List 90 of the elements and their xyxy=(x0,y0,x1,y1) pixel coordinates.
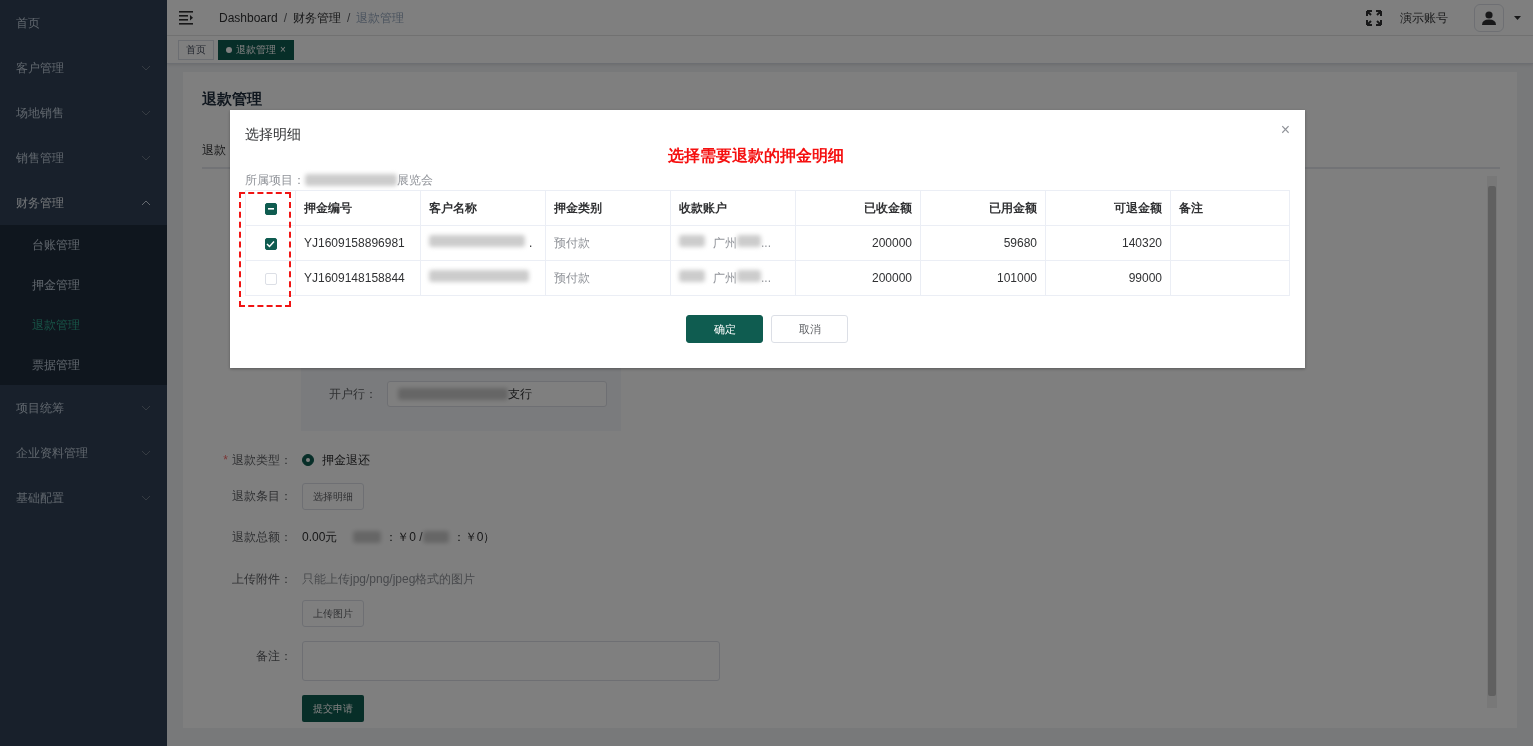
blurred-text xyxy=(353,530,382,543)
table-cell: 101000 xyxy=(920,260,1046,296)
table-cell: 99000 xyxy=(1045,260,1171,296)
caret-icon xyxy=(1514,15,1521,20)
active-dot xyxy=(226,46,232,53)
column-header: 客户名称 xyxy=(420,190,546,226)
fullscreen-icon xyxy=(1366,9,1382,26)
table-cell: 预付款 xyxy=(545,225,671,261)
field-label: 退款类型： xyxy=(232,452,292,467)
table-cell: 59680 xyxy=(920,225,1046,261)
column-header: 押金编号 xyxy=(295,190,421,226)
sidebar-subitem[interactable]: 票据管理 xyxy=(0,345,167,385)
page-title: 退款管理 xyxy=(202,89,263,109)
sidebar-item[interactable]: 场地销售 xyxy=(0,90,167,135)
field-value: 支行 xyxy=(508,385,532,403)
table-cell: 200000 xyxy=(795,260,921,296)
column-header: 押金类别 xyxy=(545,190,671,226)
sidebar-label: 项目统筹 xyxy=(16,399,64,417)
breadcrumb-item[interactable]: Dashboard xyxy=(219,8,278,27)
radio-label[interactable]: 押金退还 xyxy=(322,450,370,469)
sidebar-subitem[interactable]: 押金管理 xyxy=(0,265,167,305)
amount-detail: ：￥0 / xyxy=(385,528,423,546)
breadcrumb-separator: / xyxy=(283,9,288,27)
required-asterisk: * xyxy=(223,452,228,467)
table-cell: ... xyxy=(761,271,771,285)
column-header: 备注 xyxy=(1170,190,1290,226)
sidebar-label: 企业资料管理 xyxy=(16,444,88,462)
table-cell: 广州 xyxy=(713,236,737,250)
account-name[interactable]: 演示账号 xyxy=(1400,8,1448,27)
sidebar-label: 首页 xyxy=(16,14,40,32)
close-tab-button[interactable]: × xyxy=(280,42,286,57)
table-cell: 预付款 xyxy=(545,260,671,296)
page-tab[interactable]: 首页 xyxy=(178,39,214,60)
sidebar-label: 客户管理 xyxy=(16,59,64,77)
column-header: 已收金额 xyxy=(795,190,921,226)
sidebar-label: 销售管理 xyxy=(16,149,64,167)
breadcrumb-item[interactable]: 财务管理 xyxy=(293,8,342,27)
sidebar-item[interactable]: 客户管理 xyxy=(0,45,167,90)
select-details-button[interactable]: 选择明细 xyxy=(302,482,364,510)
sidebar-item[interactable]: 首页 xyxy=(0,0,167,45)
total-amount: 0.00元 xyxy=(302,528,338,546)
column-header: 可退金额 xyxy=(1045,190,1171,226)
user-icon xyxy=(1482,10,1496,25)
table-cell: 广州 xyxy=(713,271,737,285)
column-header: 已用金额 xyxy=(920,190,1046,226)
field-label: 上传附件： xyxy=(232,571,292,586)
minus-icon xyxy=(267,207,274,210)
sidebar-item[interactable]: 财务管理 xyxy=(0,180,167,225)
field-label: 退款总额： xyxy=(232,529,292,544)
project-name: 展览会 xyxy=(397,172,433,189)
table-cell: YJ1609158896981 xyxy=(295,225,421,261)
dialog-title: 选择明细 xyxy=(245,125,301,144)
blurred-text xyxy=(679,235,705,247)
sidebar-label: 财务管理 xyxy=(16,194,64,212)
blurred-text xyxy=(737,270,761,282)
sidebar-item[interactable]: 销售管理 xyxy=(0,135,167,180)
submit-button[interactable]: 提交申请 xyxy=(302,694,364,722)
page-tab[interactable]: 退款管理 × xyxy=(218,39,294,60)
field-label: 备注： xyxy=(256,648,292,663)
checkbox[interactable] xyxy=(264,202,277,215)
column-header: 收款账户 xyxy=(670,190,796,226)
table-cell: 140320 xyxy=(1045,225,1171,261)
close-button[interactable]: × xyxy=(1280,122,1290,138)
radio-button[interactable] xyxy=(302,453,314,466)
table-cell: 200000 xyxy=(795,225,921,261)
project-label: 所属项目： xyxy=(245,172,305,189)
table-cell: . xyxy=(529,236,533,250)
breadcrumb-separator: / xyxy=(347,9,351,27)
cancel-button[interactable]: 取消 xyxy=(771,315,848,343)
field-label: 退款条目： xyxy=(232,489,292,503)
field-label: 开户行： xyxy=(328,385,378,403)
sidebar-item[interactable]: 企业资料管理 xyxy=(0,430,167,475)
blurred-text xyxy=(422,530,449,543)
avatar-button[interactable] xyxy=(1474,3,1504,32)
check-icon xyxy=(266,239,275,248)
annotation-text: 选择需要退款的押金明细 xyxy=(668,146,844,166)
confirm-button[interactable]: 确定 xyxy=(686,315,763,343)
checkbox[interactable] xyxy=(264,237,277,250)
bank-field[interactable]: 支行 xyxy=(387,380,607,407)
blurred-text xyxy=(679,270,705,282)
table-cell: YJ1609148158844 xyxy=(295,260,421,296)
form-tab[interactable]: 退款 xyxy=(202,142,226,157)
blurred-text xyxy=(737,235,761,247)
menu-icon xyxy=(179,10,193,25)
scrollbar[interactable] xyxy=(1487,176,1497,708)
amount-detail: ：￥0） xyxy=(452,528,496,546)
sidebar-item[interactable]: 项目统筹 xyxy=(0,385,167,430)
sidebar-subitem[interactable]: 台账管理 xyxy=(0,225,167,265)
sidebar-label: 场地销售 xyxy=(16,104,64,122)
table-cell: ... xyxy=(761,236,771,250)
